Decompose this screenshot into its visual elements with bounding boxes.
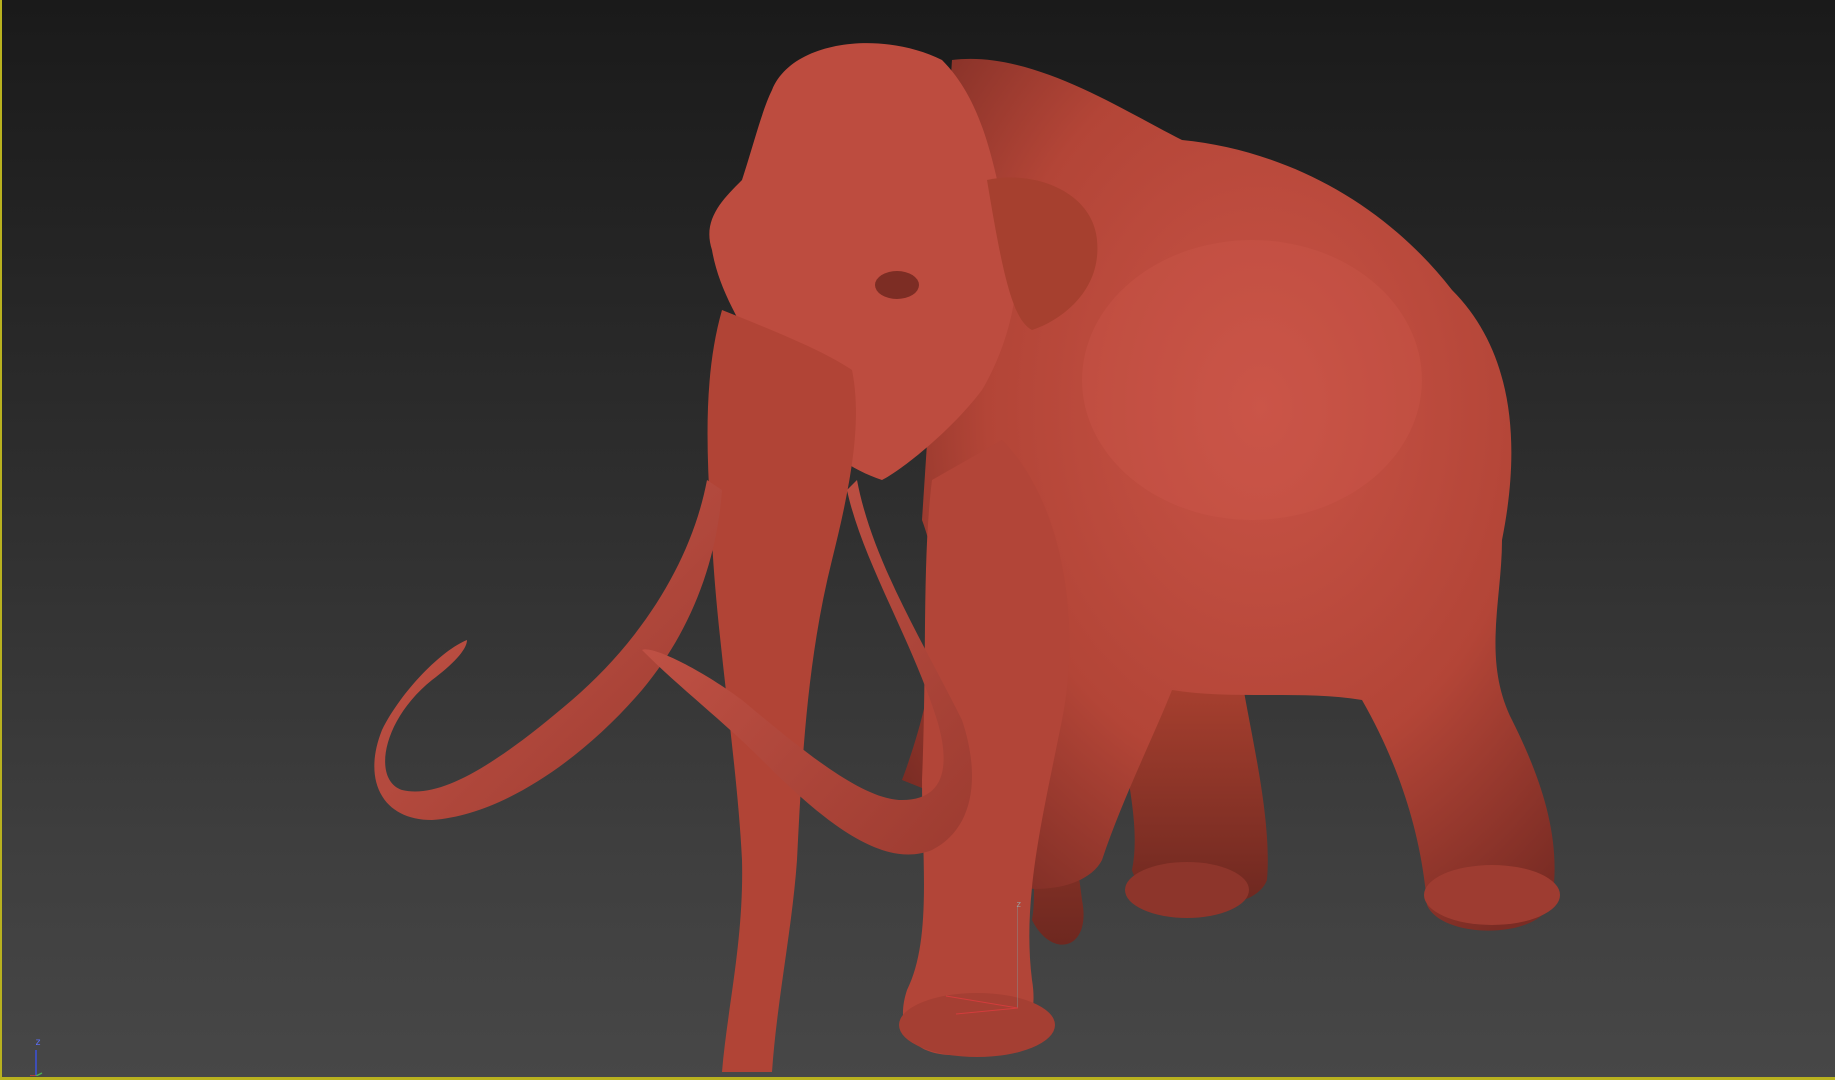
mammoth-model[interactable] <box>2 0 1835 1080</box>
front-far-foot <box>1125 862 1249 918</box>
mammoth-eye <box>875 271 919 299</box>
3d-viewport[interactable]: z z <box>0 0 1835 1080</box>
pivot-z-label: z <box>1016 900 1022 910</box>
axis-z-label: z <box>35 1037 42 1048</box>
pivot-gizmo <box>945 906 1018 1015</box>
left-tusk <box>374 480 722 820</box>
mammoth-trunk <box>707 310 856 1072</box>
rear-near-foot <box>1424 865 1560 925</box>
body-highlight <box>1082 240 1422 520</box>
view-axis-gizmo <box>30 1050 43 1076</box>
